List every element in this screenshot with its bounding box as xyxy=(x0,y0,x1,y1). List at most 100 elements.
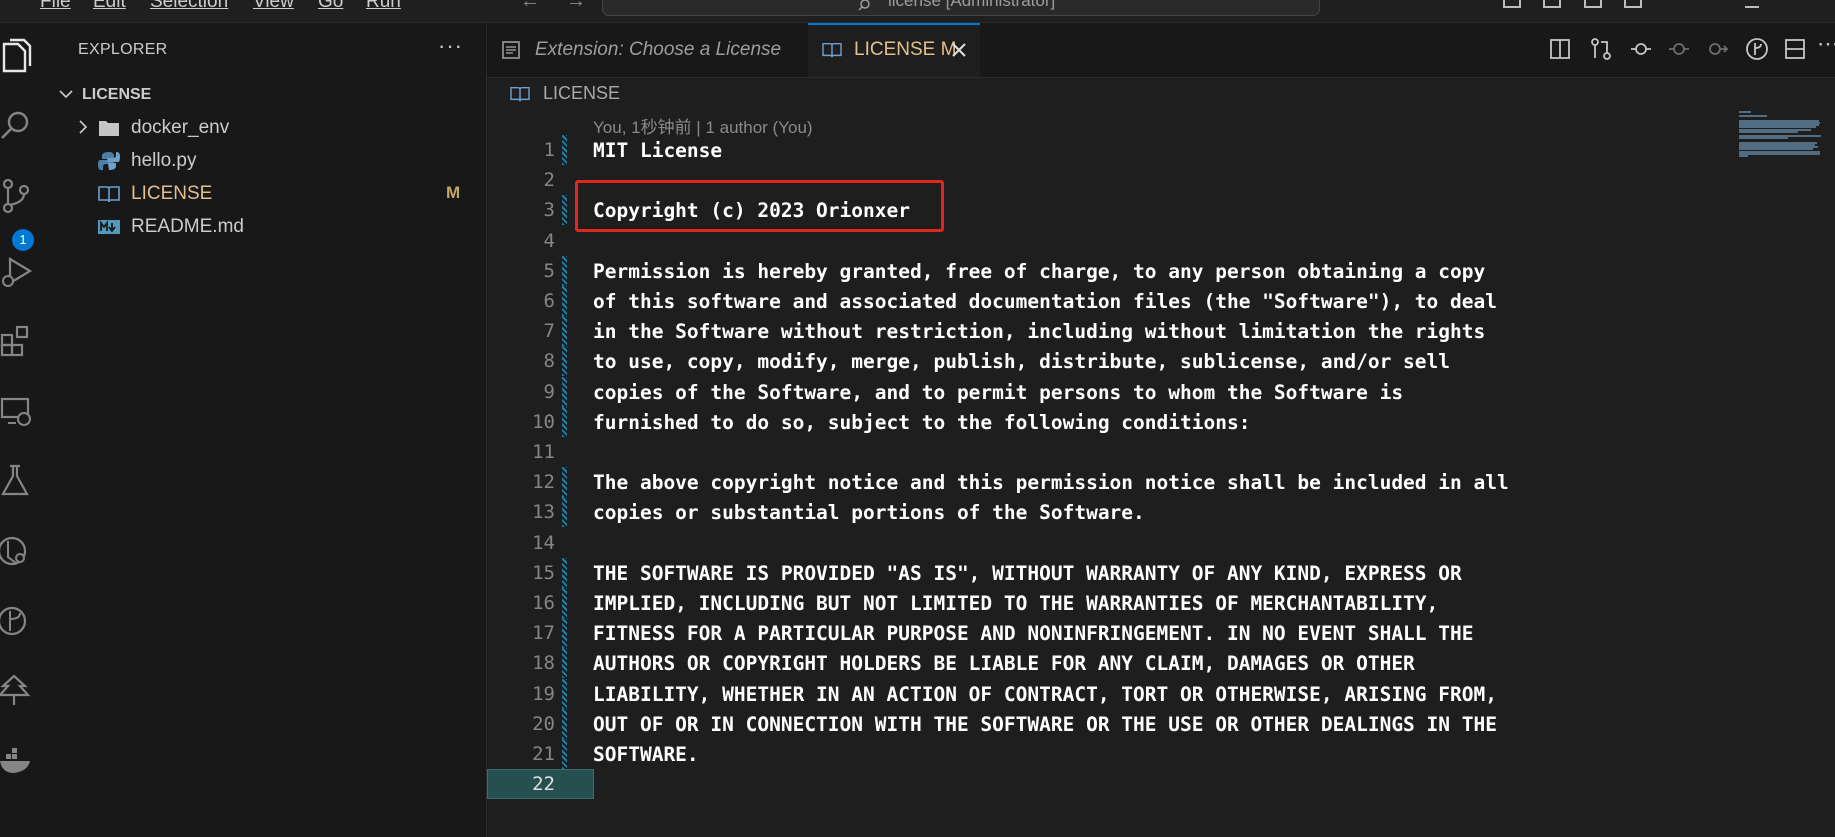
remote-explorer-icon[interactable] xyxy=(0,393,34,433)
added-line-gutter-mark[interactable] xyxy=(562,195,567,226)
workspace-section-header[interactable]: LICENSE xyxy=(54,82,474,108)
explorer-icon[interactable] xyxy=(0,38,34,78)
next-change-icon[interactable] xyxy=(1705,37,1729,61)
menu-selection[interactable]: Selection xyxy=(150,0,228,13)
folder-icon xyxy=(99,121,119,136)
tab-license[interactable]: LICENSE M xyxy=(808,23,980,77)
open-changes-icon[interactable] xyxy=(1589,37,1613,61)
minimap-line xyxy=(1739,155,1749,157)
tab-extension-choose-license[interactable]: Extension: Choose a License xyxy=(487,23,807,77)
explorer-sidebar: EXPLORER ··· LICENSE docker_env hello.py… xyxy=(48,23,487,837)
nav-forward-icon[interactable]: → xyxy=(566,0,586,13)
code-line[interactable]: 21 SOFTWARE. xyxy=(487,739,1737,769)
code-line[interactable]: 6 of this software and associated documen… xyxy=(487,286,1737,316)
tree-item-hello-py[interactable]: hello.py xyxy=(48,144,486,177)
menu-view[interactable]: View xyxy=(253,0,294,13)
code-line[interactable]: 15 THE SOFTWARE IS PROVIDED "AS IS", WITH… xyxy=(487,557,1737,588)
code-line[interactable]: 20 OUT OF OR IN CONNECTION WITH THE SOFTW… xyxy=(487,708,1737,739)
line-number: 3 xyxy=(543,199,555,222)
code-text: SOFTWARE. xyxy=(593,743,699,766)
added-line-gutter-mark[interactable] xyxy=(562,346,567,377)
code-line[interactable]: 11 xyxy=(487,437,1737,467)
file-name: README.md xyxy=(131,216,244,237)
code-line[interactable]: 10 furnished to do so, subject to the fol… xyxy=(487,406,1737,437)
tree-item-readme[interactable]: README.md xyxy=(48,210,486,243)
code-line[interactable]: 22 xyxy=(487,769,1737,800)
tree-icon[interactable] xyxy=(0,673,34,713)
close-icon[interactable] xyxy=(950,41,968,59)
code-text: to use, copy, modify, merge, publish, di… xyxy=(593,350,1451,374)
run-debug-icon[interactable] xyxy=(0,253,34,293)
code-line[interactable]: 18 AUTHORS OR COPYRIGHT HOLDERS BE LIABLE… xyxy=(487,648,1737,679)
tree-item-docker-env[interactable]: docker_env xyxy=(48,111,486,144)
line-number: 13 xyxy=(532,501,555,524)
line-number: 1 xyxy=(543,139,555,161)
added-line-gutter-mark[interactable] xyxy=(562,316,567,347)
added-line-gutter-mark[interactable] xyxy=(562,497,567,528)
code-text: furnished to do so, subject to the follo… xyxy=(593,410,1251,434)
sidebar-title: EXPLORER xyxy=(78,41,168,58)
code-line[interactable]: 9 copies of the Software, and to permit p… xyxy=(487,376,1737,407)
code-line[interactable]: 12 The above copyright notice and this pe… xyxy=(487,467,1737,498)
source-control-icon[interactable] xyxy=(0,178,34,218)
more-actions-icon[interactable]: ⋯ xyxy=(1817,31,1835,56)
code-line[interactable]: 16 IMPLIED, INCLUDING BUT NOT LIMITED TO … xyxy=(487,588,1737,618)
timeline-icon[interactable] xyxy=(1629,37,1653,61)
minimap-line xyxy=(1739,115,1768,118)
added-line-gutter-mark[interactable] xyxy=(562,376,567,407)
added-line-gutter-mark[interactable] xyxy=(562,678,567,709)
code-line[interactable]: 14 xyxy=(487,528,1737,558)
added-line-gutter-mark[interactable] xyxy=(562,708,567,739)
code-text: THE SOFTWARE IS PROVIDED "AS IS", WITHOU… xyxy=(593,561,1462,585)
added-line-gutter-mark[interactable] xyxy=(562,467,567,498)
tab-label: Extension: Choose a License xyxy=(535,39,782,60)
tree-item-license[interactable]: LICENSE M xyxy=(48,177,486,210)
testing-icon[interactable] xyxy=(0,463,34,503)
command-center-text: license [Administrator] xyxy=(888,0,1056,10)
git-graph-icon[interactable] xyxy=(0,533,34,573)
split-editor-icon[interactable] xyxy=(1783,37,1807,61)
customize-layout-icon[interactable] xyxy=(1624,0,1642,8)
nav-back-icon[interactable]: ← xyxy=(520,0,540,13)
added-line-gutter-mark[interactable] xyxy=(562,135,567,165)
added-line-gutter-mark[interactable] xyxy=(562,648,567,679)
minimap[interactable] xyxy=(1737,105,1835,837)
code-line[interactable]: 13 copies or substantial portions of the … xyxy=(487,497,1737,528)
code-line[interactable]: 8 to use, copy, modify, merge, publish, d… xyxy=(487,346,1737,377)
open-preview-icon[interactable] xyxy=(1549,37,1573,61)
toggle-secondary-sidebar-icon[interactable] xyxy=(1584,0,1602,8)
added-line-gutter-mark[interactable] xyxy=(562,286,567,316)
line-number: 7 xyxy=(543,320,555,343)
added-line-gutter-mark[interactable] xyxy=(562,557,567,588)
code-text: in the Software without restriction, inc… xyxy=(593,320,1486,344)
code-line[interactable]: 5 Permission is hereby granted, free of c… xyxy=(487,255,1737,286)
minimize-icon[interactable] xyxy=(1745,0,1759,8)
added-line-gutter-mark[interactable] xyxy=(562,739,567,769)
command-center[interactable]: license [Administrator] xyxy=(602,0,1320,16)
toggle-panel-icon[interactable] xyxy=(1543,0,1561,8)
search-icon xyxy=(858,0,870,11)
added-line-gutter-mark[interactable] xyxy=(562,255,567,286)
added-line-gutter-mark[interactable] xyxy=(562,588,567,618)
menu-go[interactable]: Go xyxy=(318,0,343,13)
docker-icon[interactable] xyxy=(0,743,34,783)
search-icon[interactable] xyxy=(0,108,34,148)
menu-run[interactable]: Run xyxy=(366,0,401,13)
git-lens-icon[interactable] xyxy=(1745,37,1769,61)
toggle-sidebar-icon[interactable] xyxy=(1503,0,1521,8)
code-line[interactable]: 17 FITNESS FOR A PARTICULAR PURPOSE AND N… xyxy=(487,618,1737,649)
code-line[interactable]: 1 MIT License xyxy=(487,135,1737,165)
code-text: OUT OF OR IN CONNECTION WITH THE SOFTWAR… xyxy=(593,712,1497,736)
minimap-line xyxy=(1739,111,1751,113)
code-line[interactable]: 19 LIABILITY, WHETHER IN AN ACTION OF CON… xyxy=(487,678,1737,709)
code-line[interactable]: 7 in the Software without restriction, in… xyxy=(487,316,1737,347)
extensions-icon[interactable] xyxy=(0,323,34,363)
previous-change-icon[interactable] xyxy=(1667,37,1691,61)
source-control-badge: 1 xyxy=(12,229,34,251)
git-branch-icon[interactable] xyxy=(0,603,34,643)
menu-file[interactable]: File xyxy=(40,0,71,13)
added-line-gutter-mark[interactable] xyxy=(562,406,567,437)
more-actions-icon[interactable]: ··· xyxy=(438,33,463,59)
added-line-gutter-mark[interactable] xyxy=(562,618,567,649)
menu-edit[interactable]: Edit xyxy=(93,0,126,13)
